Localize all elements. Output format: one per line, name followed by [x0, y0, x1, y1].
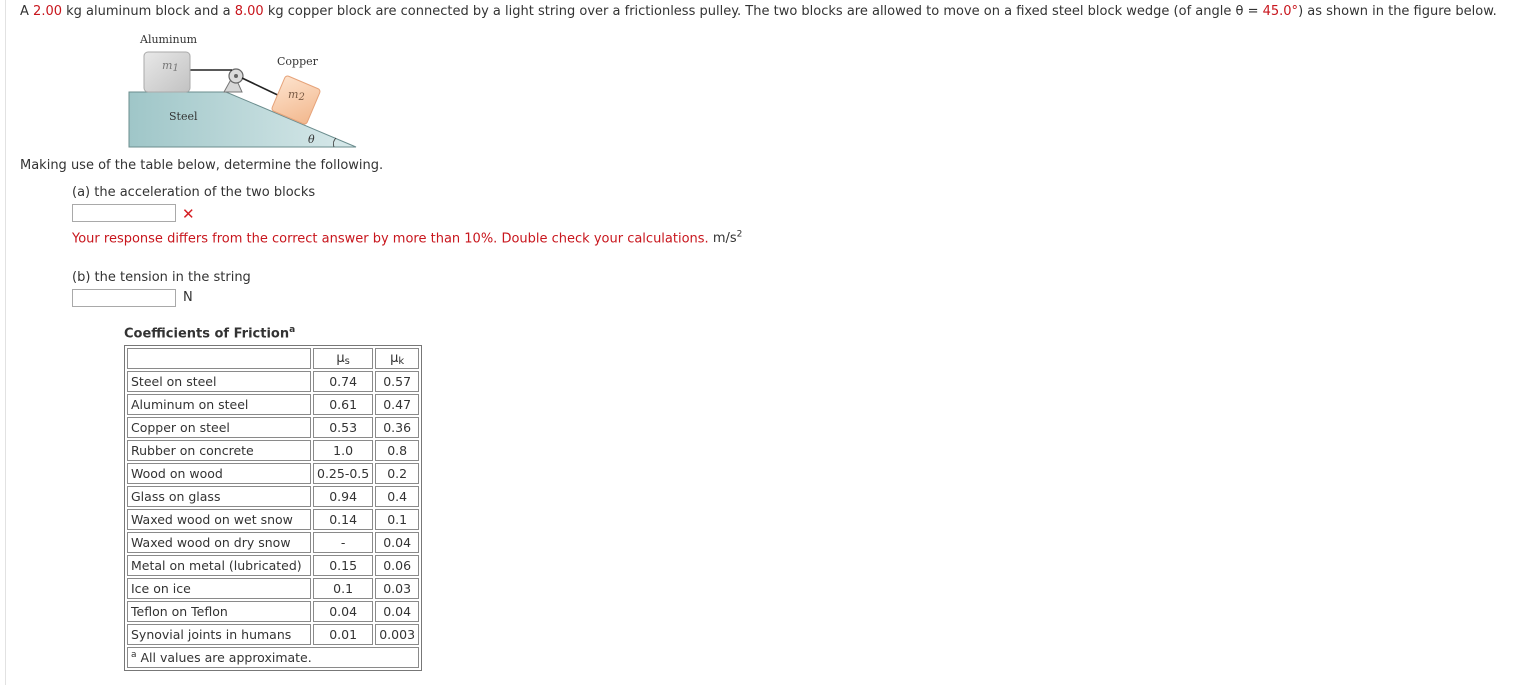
header-mu-k: μk: [375, 348, 420, 369]
mu-s-cell: 0.94: [313, 486, 374, 507]
mu-k-cell: 0.36: [375, 417, 420, 438]
incorrect-x-icon: ✕: [182, 205, 195, 223]
mu-k-cell: 0.003: [375, 624, 420, 645]
mu-s-cell: 0.14: [313, 509, 374, 530]
mu-s-cell: -: [313, 532, 374, 553]
mu-k-cell: 0.1: [375, 509, 420, 530]
mu-k-cell: 0.04: [375, 601, 420, 622]
mu-k-cell: 0.2: [375, 463, 420, 484]
mass1-value: 2.00: [33, 4, 62, 19]
mu-s-cell: 0.01: [313, 624, 374, 645]
mu-s-cell: 0.25-0.5: [313, 463, 374, 484]
table-row: Aluminum on steel 0.61 0.47: [127, 394, 420, 415]
aluminum-label: Aluminum: [140, 33, 198, 46]
part-b-label: (b) the tension in the string: [72, 270, 251, 285]
header-blank-cell: [127, 348, 311, 369]
wedge-diagram: [128, 51, 357, 148]
acceleration-unit: m/s2: [712, 230, 743, 247]
material-cell: Aluminum on steel: [127, 394, 311, 415]
material-cell: Teflon on Teflon: [127, 601, 311, 622]
table-row: Rubber on concrete 1.0 0.8: [127, 440, 420, 461]
mass2-value: 8.00: [234, 4, 264, 19]
table-row: Glass on glass 0.94 0.4: [127, 486, 420, 507]
header-mu-s: μs: [313, 348, 374, 369]
material-cell: Synovial joints in humans: [127, 624, 311, 645]
mu-s-cell: 0.1: [313, 578, 374, 599]
steel-label: Steel: [169, 110, 198, 123]
mu-k-cell: 0.03: [375, 578, 420, 599]
mu-s-cell: 0.15: [313, 555, 374, 576]
mu-k-cell: 0.06: [375, 555, 420, 576]
tension-unit: N: [183, 290, 193, 305]
friction-table: μs μk Steel on steel 0.74 0.57 Aluminum on …: [124, 345, 423, 671]
material-cell: Ice on ice: [127, 578, 311, 599]
table-row: Waxed wood on dry snow -0.04: [127, 532, 420, 553]
table-row: Steel on steel 0.74 0.57: [127, 371, 420, 392]
m1-label: m1: [162, 59, 179, 74]
material-cell: Rubber on concrete: [127, 440, 311, 461]
mu-s-cell: 0.61: [313, 394, 374, 415]
acceleration-input[interactable]: [72, 204, 176, 222]
table-header-row: μs μk: [127, 348, 420, 369]
table-row: Waxed wood on wet snow 0.14 0.1: [127, 509, 420, 530]
mu-k-cell: 0.57: [375, 371, 420, 392]
mu-k-cell: 0.4: [375, 486, 420, 507]
copper-label: Copper: [277, 55, 318, 68]
angle-value: 45.0°: [1262, 4, 1299, 19]
wedge-figure: Aluminum Copper Steel m1 m2 θ: [124, 32, 364, 152]
mu-s-cell: 0.04: [313, 601, 374, 622]
instruction-text: Making use of the table below, determine…: [20, 158, 384, 173]
table-row: Copper on steel 0.53 0.36: [127, 417, 420, 438]
material-cell: Wood on wood: [127, 463, 311, 484]
mu-k-cell: 0.8: [375, 440, 420, 461]
table-row: Ice on ice 0.1 0.03: [127, 578, 420, 599]
part-a-feedback: Your response differs from the correct a…: [72, 230, 743, 247]
part-a-label: (a) the acceleration of the two blocks: [72, 185, 316, 200]
material-cell: Waxed wood on dry snow: [127, 532, 311, 553]
material-cell: Steel on steel: [127, 371, 311, 392]
mu-s-cell: 1.0: [313, 440, 374, 461]
footnote-row: a All values are approximate.: [127, 647, 420, 668]
material-cell: Metal on metal (lubricated): [127, 555, 311, 576]
mu-k-cell: 0.47: [375, 394, 420, 415]
footnote-cell: a All values are approximate.: [127, 647, 420, 668]
material-cell: Waxed wood on wet snow: [127, 509, 311, 530]
mu-s-cell: 0.74: [313, 371, 374, 392]
table-row: Synovial joints in humans 0.01 0.003: [127, 624, 420, 645]
mu-k-cell: 0.04: [375, 532, 420, 553]
table-title: Coefficients of Frictiona: [124, 325, 296, 342]
table-row: Teflon on Teflon 0.04 0.04: [127, 601, 420, 622]
table-row: Metal on metal (lubricated) 0.15 0.06: [127, 555, 420, 576]
m2-label: m2: [288, 88, 305, 103]
theta-label: θ: [308, 133, 315, 146]
question-text: A 2.00 kg aluminum block and a 8.00 kg c…: [20, 4, 1497, 19]
material-cell: Copper on steel: [127, 417, 311, 438]
tension-input[interactable]: [72, 289, 176, 307]
table-row: Wood on wood 0.25-0.5 0.2: [127, 463, 420, 484]
mu-s-cell: 0.53: [313, 417, 374, 438]
material-cell: Glass on glass: [127, 486, 311, 507]
